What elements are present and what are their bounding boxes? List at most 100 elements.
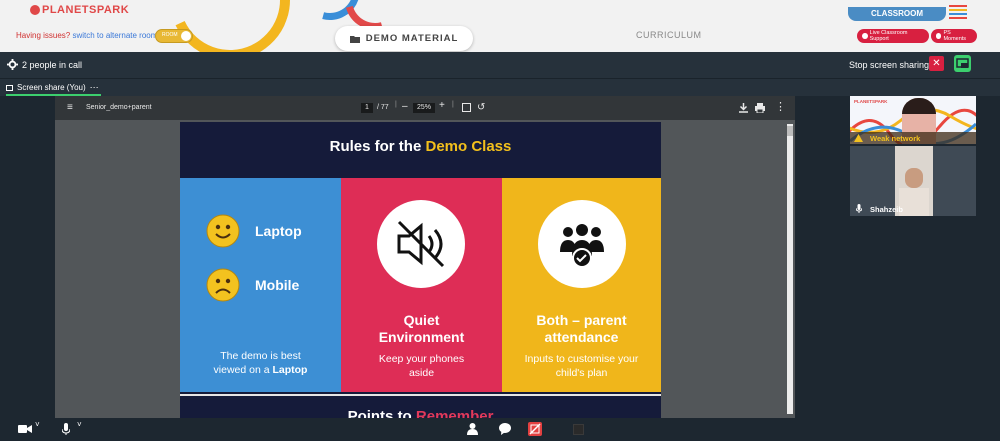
next-title-main: Points to — [347, 408, 416, 418]
quiet-column: Quiet Environment Keep your phones aside — [341, 178, 502, 392]
laptop-label: Laptop — [255, 223, 302, 239]
mic-options-chevron-icon[interactable]: ˅ — [77, 420, 82, 429]
divider: | — [452, 101, 454, 108]
download-icon[interactable] — [739, 103, 748, 113]
main-area: ≡ Senior_demo+parent 1 / 77 | – 25% + | … — [0, 96, 1000, 418]
parent-heading-line1: Both – parent — [536, 312, 627, 328]
alternate-room-toggle[interactable]: ROOM — [155, 29, 193, 43]
hamburger-icon[interactable]: ≡ — [67, 102, 73, 113]
group-circle — [538, 200, 626, 288]
student-shirt — [899, 188, 929, 216]
page-number-input[interactable]: 1 — [361, 103, 373, 113]
student-face — [905, 168, 923, 188]
square-icon[interactable] — [573, 424, 584, 435]
parent-column: Both – parent attendance Inputs to custo… — [502, 178, 661, 392]
quiet-heading: Quiet Environment — [341, 312, 502, 346]
screen-share-tab-label: Screen share (You) — [17, 83, 86, 92]
participants-panel: PLANETSPARK Weak network Shahzeib — [850, 96, 976, 418]
toggle-label: ROOM — [162, 32, 178, 38]
classroom-tab[interactable]: CLASSROOM — [848, 7, 946, 21]
ps-moments-button[interactable]: PS Moments — [931, 29, 977, 43]
parent-heading: Both – parent attendance — [501, 312, 661, 346]
weak-network-label: Weak network — [870, 134, 921, 143]
bottom-bar: ˅ ˅ — [0, 418, 1000, 441]
demo-material-label: DEMO MATERIAL — [365, 33, 459, 44]
quiet-note-line2: aside — [408, 367, 435, 379]
plus-icon — [862, 33, 868, 39]
mic-icon[interactable] — [62, 423, 70, 435]
group-check-icon — [560, 224, 604, 268]
smiley-icon — [206, 214, 240, 248]
speaker-mute-icon — [397, 220, 445, 268]
scrollbar-thumb[interactable] — [787, 126, 793, 136]
chat-icon[interactable] — [499, 423, 511, 435]
quiet-note: Keep your phones aside — [341, 352, 502, 380]
live-support-label: Live Classroom Support — [869, 30, 908, 42]
menu-icon[interactable] — [949, 5, 967, 21]
slide-page: Rules for the Demo Class Laptop Mobile T… — [180, 122, 661, 418]
logo-icon — [30, 5, 40, 16]
logo-text: PLANETSPARK — [42, 4, 130, 16]
pdf-viewer: ≡ Senior_demo+parent 1 / 77 | – 25% + | … — [55, 96, 795, 418]
divider: | — [395, 101, 397, 108]
call-bar: 2 people in call Stop screen sharing ✕ — [0, 52, 1000, 78]
next-slide-title: Points to Remember — [180, 408, 661, 418]
device-note-bold: Laptop — [272, 364, 308, 376]
mic-icon — [856, 204, 862, 213]
close-icon[interactable]: ✕ — [929, 56, 944, 71]
share-tab-bar: Screen share (You) ⋯ — [0, 78, 1000, 96]
parent-note-line2: child's plan — [555, 367, 608, 379]
print-icon[interactable] — [755, 103, 765, 113]
zoom-input[interactable]: 25% — [413, 103, 435, 113]
parent-note: Inputs to customise your child's plan — [501, 352, 661, 380]
zoom-out-icon[interactable]: – — [402, 101, 408, 112]
curriculum-tab[interactable]: CURRICULUM — [636, 30, 702, 40]
pdf-scrollbar[interactable] — [787, 124, 793, 414]
screen-share-icon[interactable] — [954, 55, 971, 72]
device-note: The demo is best viewed on a Laptop — [180, 349, 341, 377]
quiet-note-line1: Keep your phones — [378, 353, 465, 365]
zoom-in-icon[interactable]: + — [439, 100, 445, 111]
slide-title: Rules for the Demo Class — [180, 138, 661, 155]
next-slide-strip: Points to Remember — [180, 394, 661, 418]
person-icon[interactable] — [467, 423, 478, 435]
top-header: PLANETSPARK Having issues? switch to alt… — [0, 0, 1000, 52]
weak-network-banner: Weak network — [850, 132, 976, 144]
share-off-icon[interactable] — [528, 422, 542, 436]
toggle-knob — [181, 31, 191, 41]
people-count: 2 people in call — [22, 60, 83, 70]
issues-label: Having issues? — [16, 31, 71, 40]
device-column: Laptop Mobile The demo is best viewed on… — [180, 178, 341, 392]
warning-icon — [854, 134, 863, 142]
pdf-filename: Senior_demo+parent — [86, 104, 152, 111]
device-note-line2: viewed on a Laptop — [180, 363, 341, 377]
mute-circle — [377, 200, 465, 288]
more-icon[interactable]: ⋮ — [775, 100, 786, 113]
student-name: Shahzeib — [870, 205, 903, 214]
parent-heading-line2: attendance — [544, 329, 619, 345]
sad-face-icon — [206, 268, 240, 302]
next-title-highlight: Remember — [415, 408, 494, 418]
pdf-toolbar: ≡ Senior_demo+parent 1 / 77 | – 25% + | … — [55, 96, 795, 120]
quiet-heading-line2: Environment — [378, 329, 465, 345]
parent-note-line1: Inputs to customise your — [524, 353, 639, 365]
page-total: / 77 — [377, 104, 389, 111]
quiet-heading-line1: Quiet — [403, 312, 440, 328]
live-support-button[interactable]: Live Classroom Support — [857, 29, 929, 43]
plus-icon — [936, 33, 942, 39]
screen-share-tab[interactable]: Screen share (You) ⋯ — [6, 81, 101, 96]
planetspark-logo: PLANETSPARK — [30, 4, 129, 16]
video-icon[interactable] — [18, 424, 32, 434]
stop-sharing-label: Stop screen sharing — [849, 60, 930, 70]
video-options-chevron-icon[interactable]: ˅ — [35, 420, 40, 429]
fit-page-icon[interactable] — [462, 103, 471, 112]
demo-material-button[interactable]: DEMO MATERIAL — [335, 26, 473, 51]
alternate-room-link[interactable]: switch to alternate room — [72, 31, 157, 40]
gear-icon[interactable] — [7, 59, 18, 70]
participant-tile-student[interactable]: Shahzeib — [850, 146, 976, 216]
more-icon[interactable]: ⋯ — [90, 82, 99, 93]
rotate-icon[interactable]: ↺ — [477, 102, 485, 113]
slide-title-highlight: Demo Class — [425, 138, 512, 155]
folder-icon — [349, 35, 360, 43]
screen-icon — [6, 84, 13, 91]
